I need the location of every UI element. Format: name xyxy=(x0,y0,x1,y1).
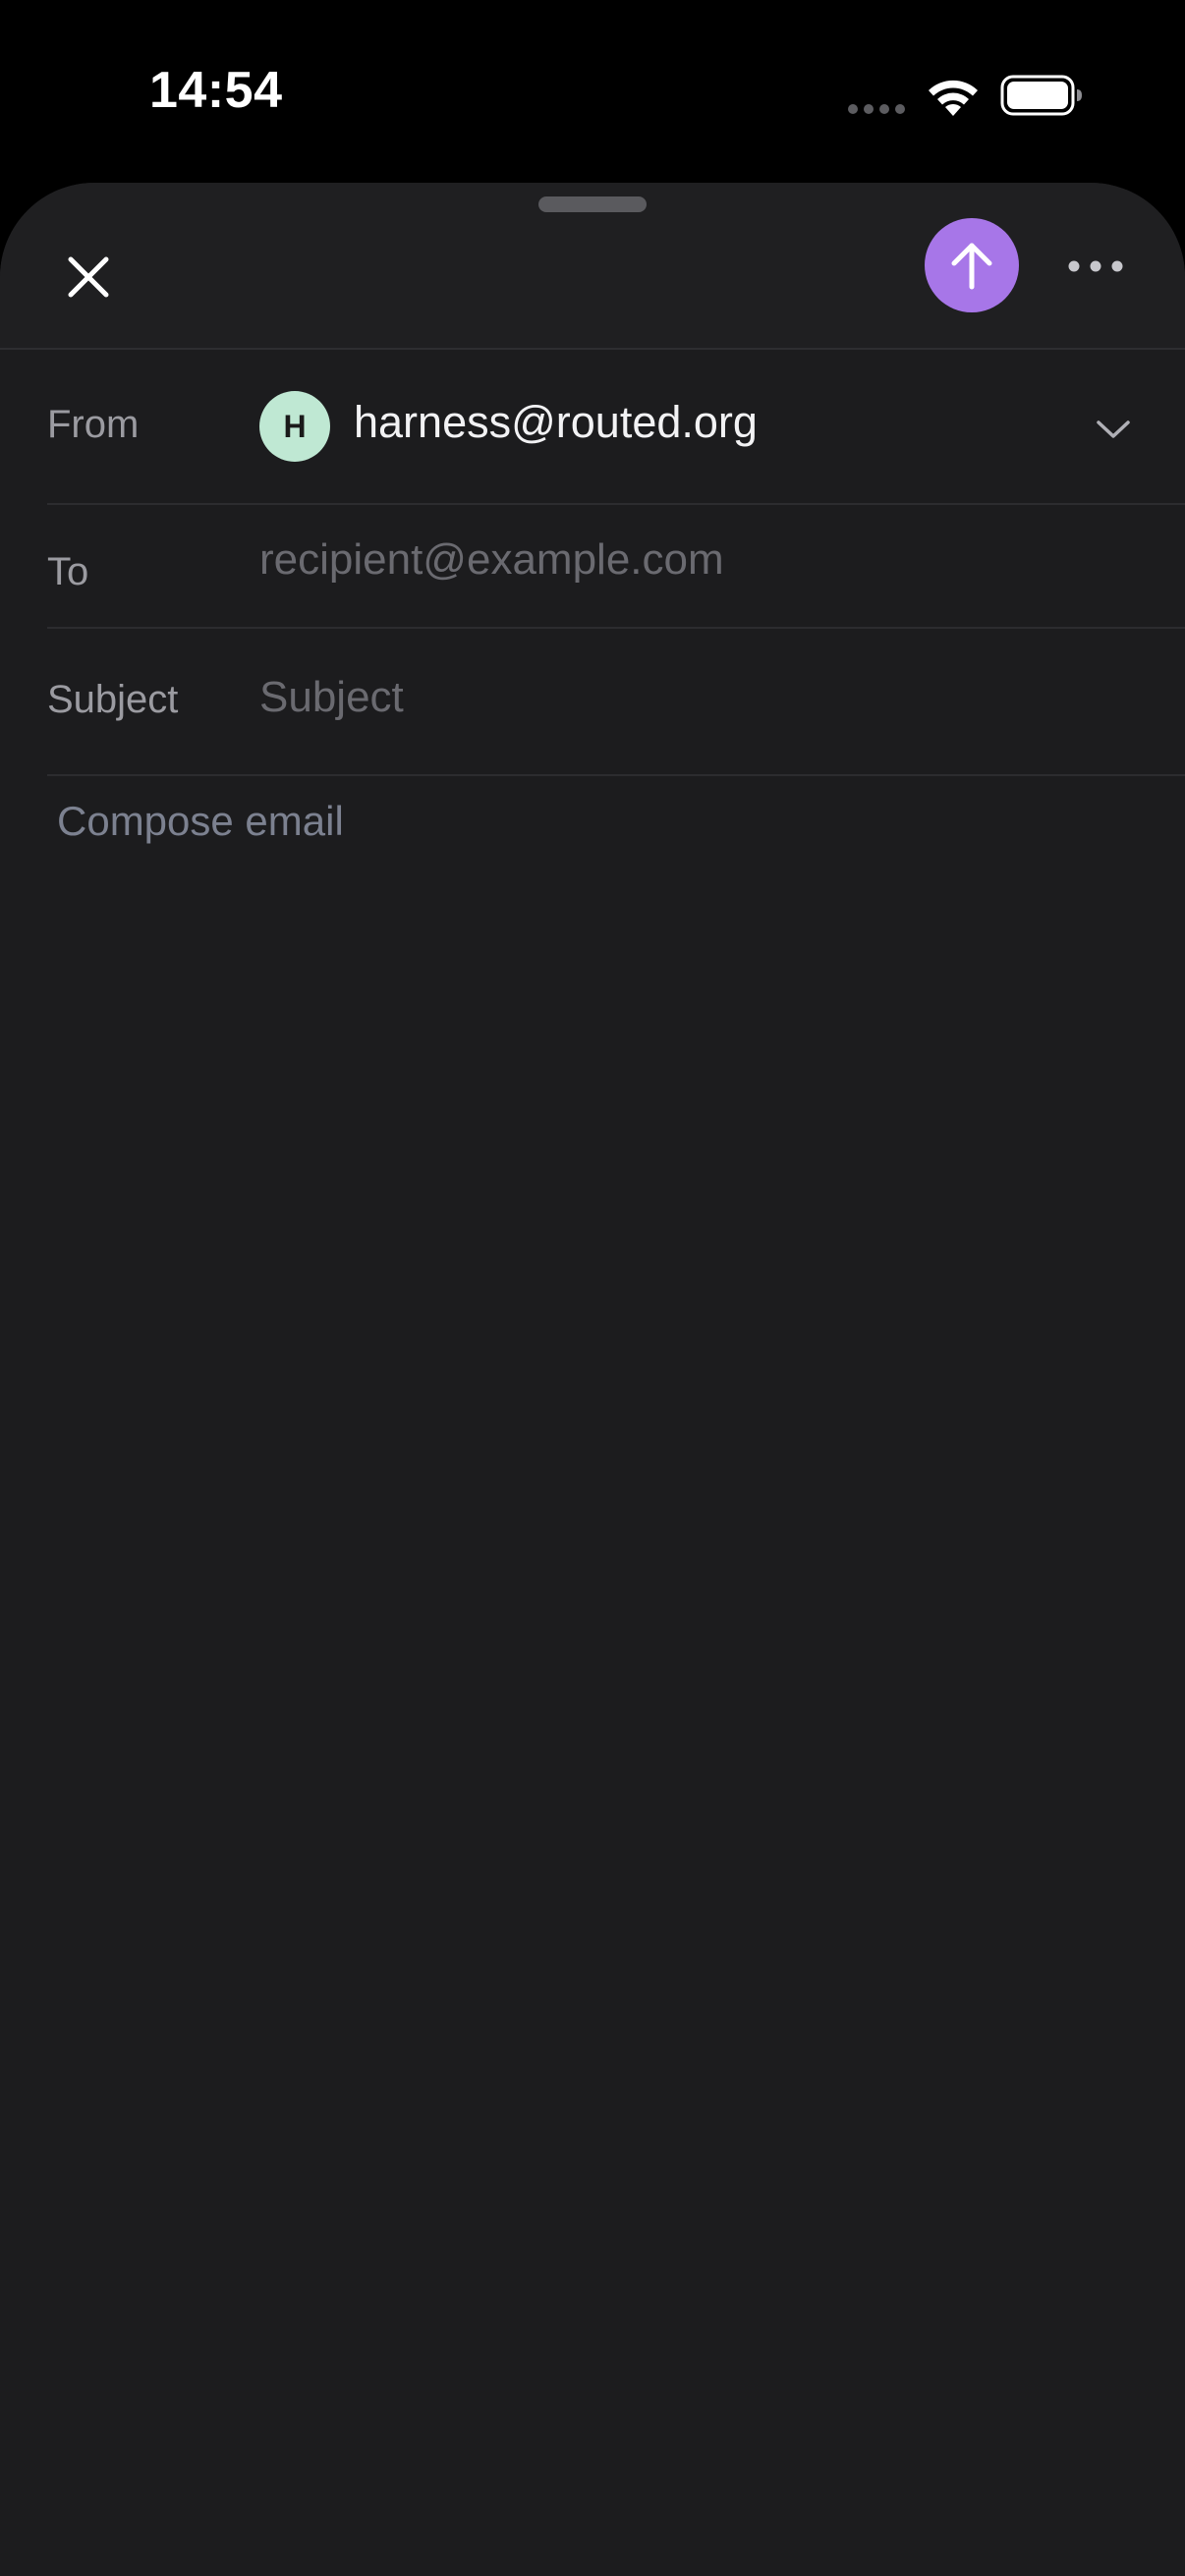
avatar: H xyxy=(259,391,330,462)
more-options-button[interactable] xyxy=(1061,232,1130,301)
sheet-grabber[interactable] xyxy=(538,196,647,212)
from-label: From xyxy=(47,403,140,446)
wifi-icon xyxy=(929,80,978,116)
arrow-up-icon xyxy=(951,243,992,290)
status-time: 14:54 xyxy=(149,62,283,119)
subject-row: Subject xyxy=(47,627,1185,776)
to-label: To xyxy=(47,550,89,593)
status-bar: 14:54 xyxy=(0,0,1185,187)
from-row[interactable]: From H harness@routed.org xyxy=(47,350,1185,505)
compose-sheet: From H harness@routed.org To Subject xyxy=(0,183,1185,2576)
to-input[interactable] xyxy=(259,529,1144,591)
from-dropdown-toggle[interactable] xyxy=(1089,405,1138,454)
send-button[interactable] xyxy=(925,218,1019,312)
cellular-dots-icon xyxy=(848,104,905,114)
from-address: harness@routed.org xyxy=(354,397,758,447)
compose-body-input[interactable] xyxy=(57,792,1138,2462)
subject-label: Subject xyxy=(47,678,179,721)
battery-icon xyxy=(1000,75,1082,116)
chevron-down-icon xyxy=(1097,420,1130,438)
close-icon xyxy=(68,256,109,298)
compose-toolbar xyxy=(0,183,1185,350)
close-button[interactable] xyxy=(49,238,128,316)
more-horizontal-icon xyxy=(1068,260,1123,272)
to-row: To xyxy=(47,503,1185,629)
subject-input[interactable] xyxy=(259,666,1144,729)
